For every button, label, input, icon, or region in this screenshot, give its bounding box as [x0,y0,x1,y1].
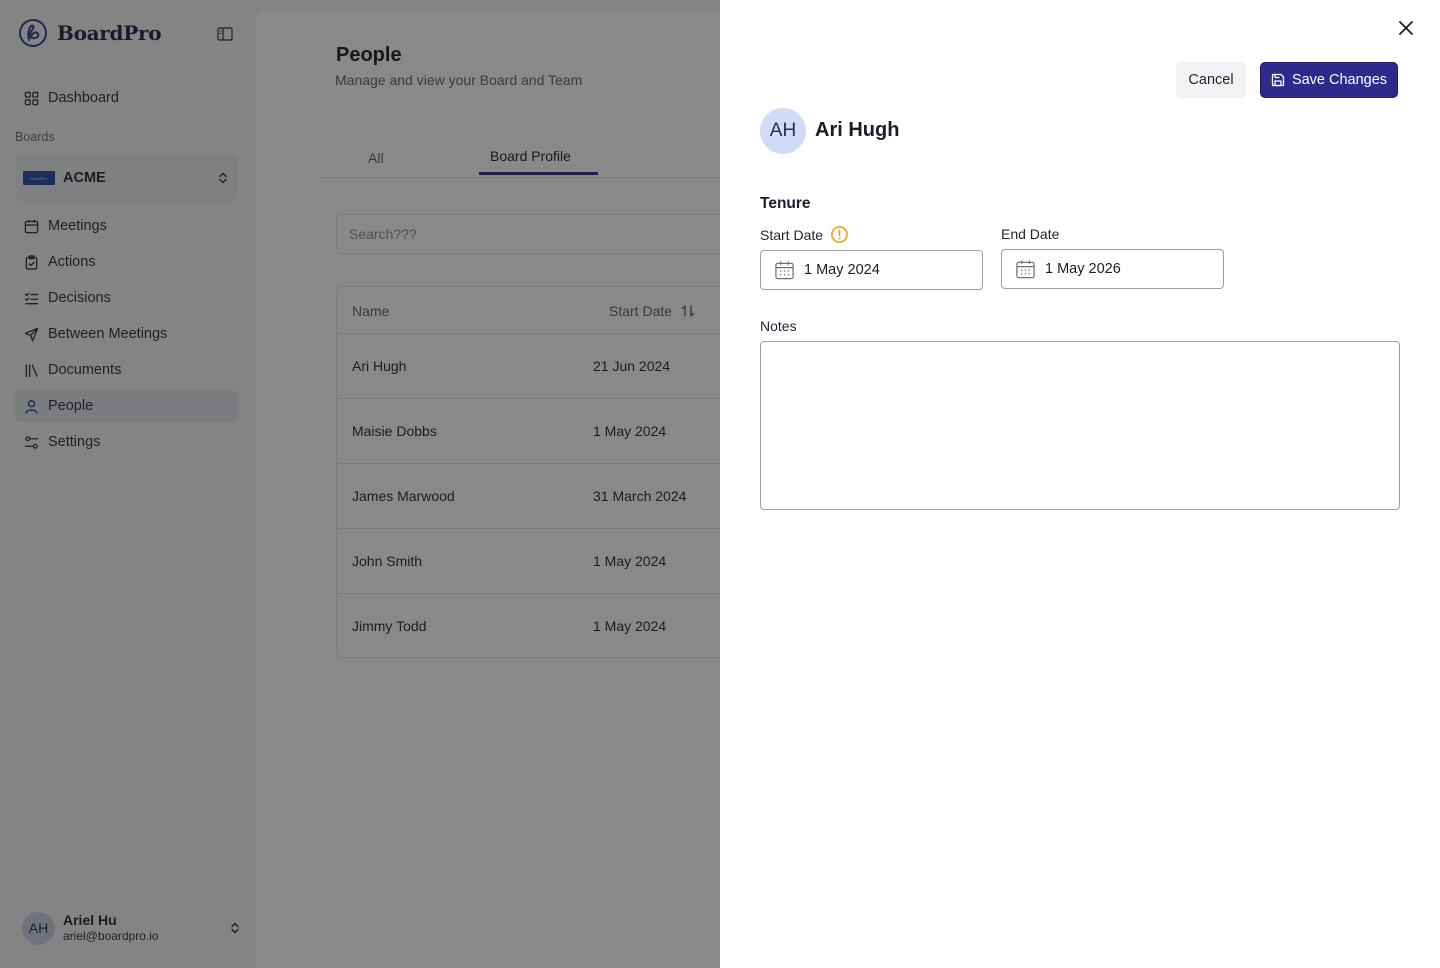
close-icon [1399,21,1413,35]
end-date-value: 1 May 2026 [1045,261,1121,277]
calendar-icon [1016,259,1035,278]
save-changes-button[interactable]: Save Changes [1260,62,1398,98]
start-date-value: 1 May 2024 [804,262,880,278]
close-button[interactable] [1396,18,1416,38]
person-name: Ari Hugh [815,119,900,141]
edit-person-drawer: Cancel Save Changes AH Ari Hugh Tenure S… [720,0,1440,968]
calendar-icon [775,260,794,279]
start-date-input[interactable]: 1 May 2024 [760,250,983,290]
cancel-button[interactable]: Cancel [1176,62,1246,98]
end-date-input[interactable]: 1 May 2026 [1001,249,1224,289]
save-button-label: Save Changes [1291,72,1388,88]
tenure-section-title: Tenure [760,195,811,212]
person-avatar: AH [760,108,806,154]
end-date-label: End Date [1001,226,1060,242]
start-date-label-text: Start Date [760,226,824,243]
notes-textarea[interactable] [760,341,1400,510]
save-icon [1271,73,1285,87]
notes-label: Notes [760,318,797,334]
warning-icon[interactable] [830,225,849,244]
start-date-label: Start Date [760,225,849,244]
